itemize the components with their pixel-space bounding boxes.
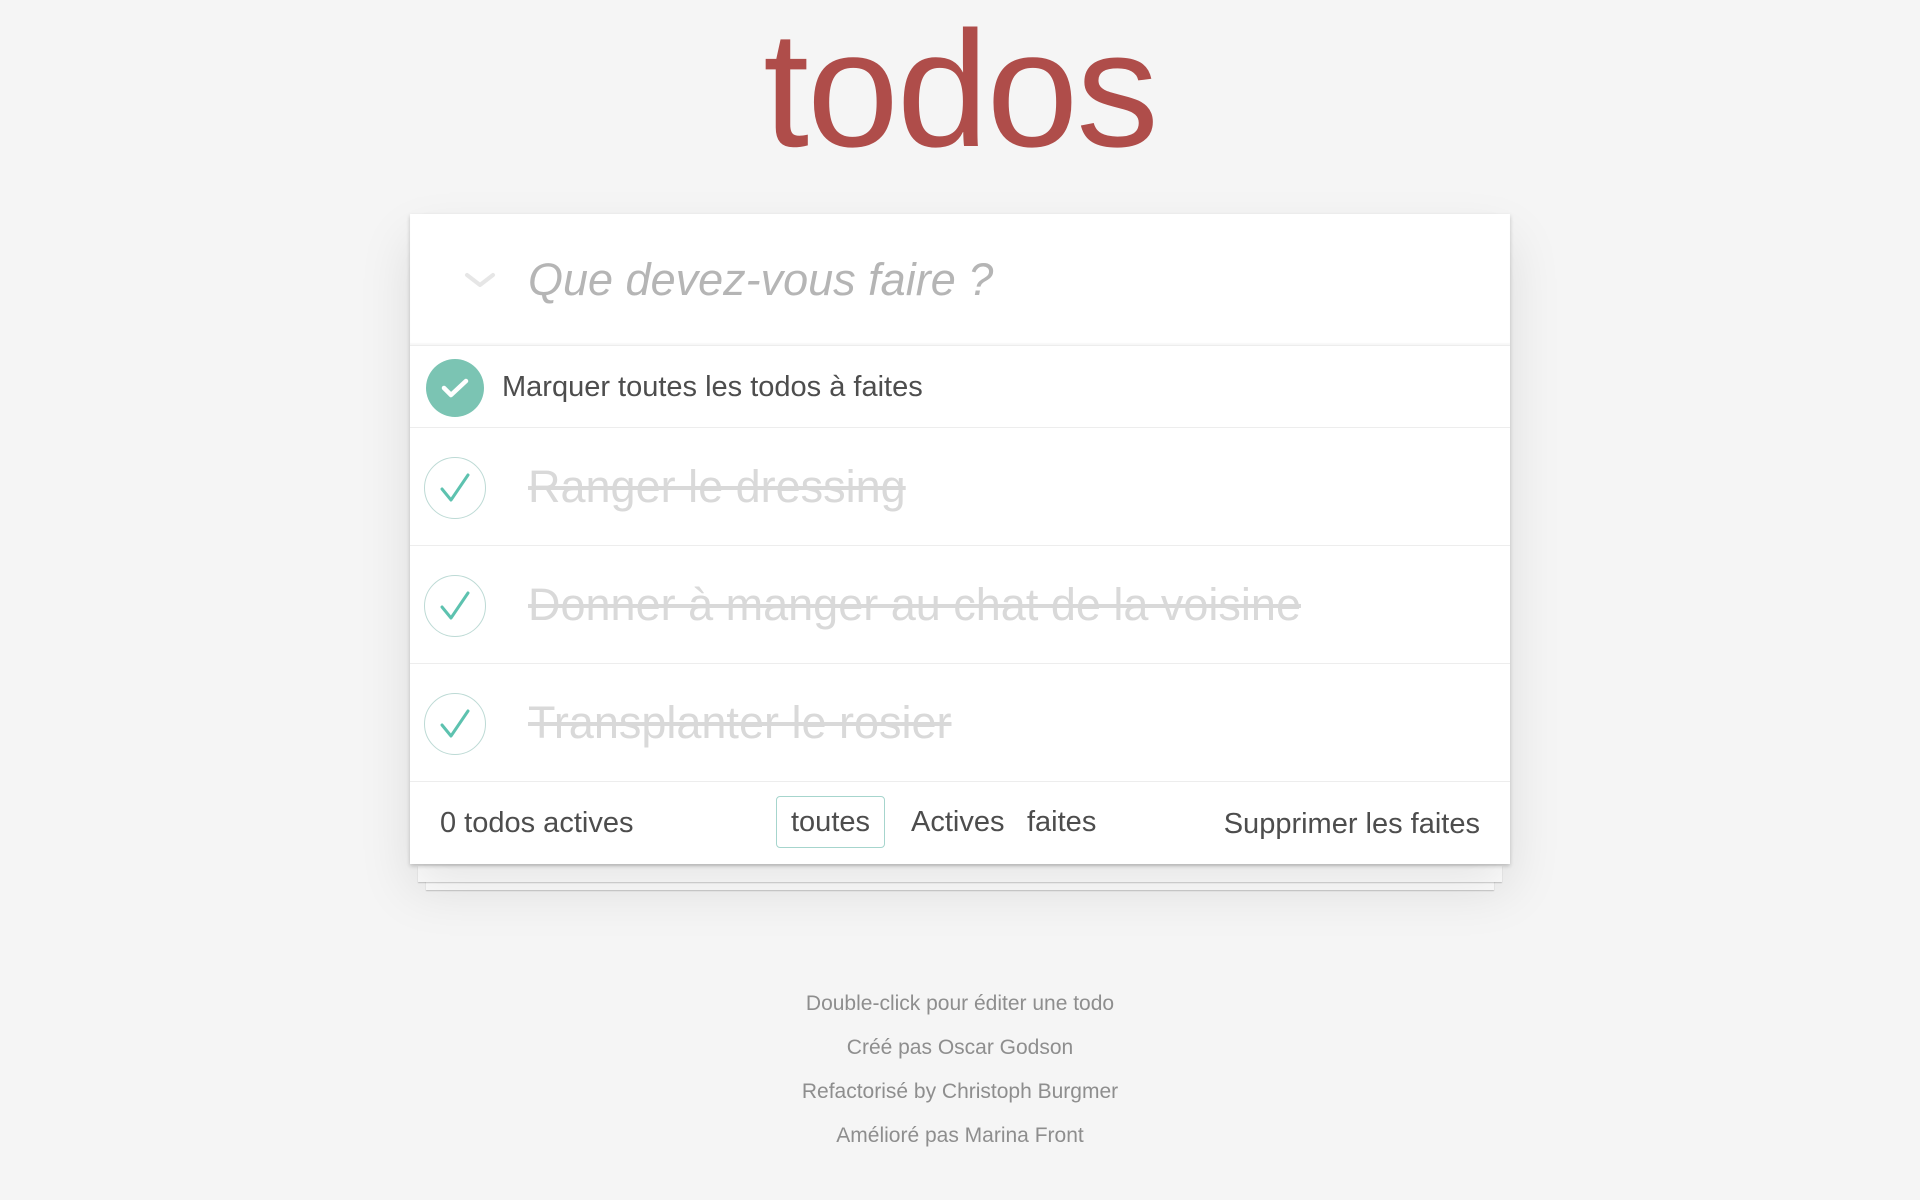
todo-list: Ranger le dressing Donner à manger au cha… xyxy=(410,428,1510,782)
chevron-down-icon[interactable] xyxy=(450,260,510,300)
filter-completed[interactable]: faites xyxy=(1012,796,1111,848)
mark-all-row: Marquer toutes les todos à faites xyxy=(410,346,1510,428)
clear-completed-button[interactable]: Supprimer les faites xyxy=(1224,782,1480,866)
checkmark-icon xyxy=(440,709,470,738)
checkmark-icon xyxy=(440,473,470,502)
todo-app: Marquer toutes les todos à faites Ranger… xyxy=(410,214,1510,864)
check-circle-filled-icon[interactable] xyxy=(426,359,484,417)
todo-item: Ranger le dressing xyxy=(410,428,1510,546)
todo-footer: 0 todos actives toutes Actives faites Su… xyxy=(410,782,1510,864)
new-todo-header xyxy=(410,214,1510,346)
filter-active[interactable]: Actives xyxy=(896,796,1019,848)
todo-toggle[interactable] xyxy=(424,693,486,755)
todo-toggle[interactable] xyxy=(424,457,486,519)
todo-count: 0 todos actives xyxy=(440,807,634,839)
todo-label[interactable]: Ranger le dressing xyxy=(528,428,906,546)
todo-item: Donner à manger au chat de la voisine xyxy=(410,546,1510,664)
info-footer: Double-click pour éditer une todo Créé p… xyxy=(0,985,1920,1161)
stack-edge xyxy=(418,866,1502,882)
todo-label[interactable]: Transplanter le rosier xyxy=(528,664,952,782)
todo-item: Transplanter le rosier xyxy=(410,664,1510,782)
checkmark-icon xyxy=(440,591,470,620)
info-refactored-by: Refactorisé by Christoph Burgmer xyxy=(801,1080,1119,1103)
app-title: todos xyxy=(763,0,1159,181)
info-created-by: Créé pas Oscar Godson xyxy=(846,1036,1074,1059)
new-todo-input[interactable] xyxy=(528,214,1488,346)
info-improved-by: Amélioré pas Marina Front xyxy=(836,1124,1084,1147)
todo-toggle[interactable] xyxy=(424,575,486,637)
info-edit-hint: Double-click pour éditer une todo xyxy=(805,992,1115,1015)
mark-all-label[interactable]: Marquer toutes les todos à faites xyxy=(502,346,923,428)
filter-all[interactable]: toutes xyxy=(776,796,885,848)
todo-label[interactable]: Donner à manger au chat de la voisine xyxy=(528,546,1301,664)
